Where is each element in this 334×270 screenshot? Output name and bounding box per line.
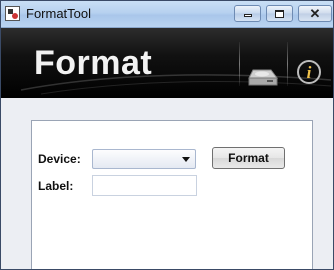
close-icon: ✕ <box>309 6 321 21</box>
title-bar[interactable]: FormatTool ✕ <box>1 1 333 28</box>
minimize-icon <box>243 14 252 17</box>
device-dropdown[interactable] <box>92 149 196 169</box>
banner-title: Format <box>34 44 153 82</box>
device-label: Device: <box>38 152 81 166</box>
close-button[interactable]: ✕ <box>298 5 332 22</box>
maximize-icon <box>275 9 284 18</box>
header-banner: Format i <box>1 28 333 98</box>
form-panel: Device: Format Label: <box>31 120 313 269</box>
info-icon: i <box>297 60 321 84</box>
drive-button[interactable] <box>247 60 279 88</box>
app-icon[interactable] <box>5 6 20 21</box>
maximize-button[interactable] <box>266 5 293 22</box>
app-window: FormatTool ✕ Format i Device: Format Lab… <box>0 0 334 270</box>
info-button[interactable]: i <box>295 58 325 90</box>
label-label: Label: <box>38 179 74 193</box>
banner-separator <box>287 42 288 86</box>
banner-separator <box>239 42 240 86</box>
drive-icon <box>248 69 278 86</box>
chevron-down-icon <box>182 157 190 162</box>
window-title: FormatTool <box>26 6 92 21</box>
minimize-button[interactable] <box>234 5 261 22</box>
format-button[interactable]: Format <box>212 147 285 169</box>
label-field[interactable] <box>92 175 197 196</box>
svg-text:i: i <box>307 63 312 82</box>
